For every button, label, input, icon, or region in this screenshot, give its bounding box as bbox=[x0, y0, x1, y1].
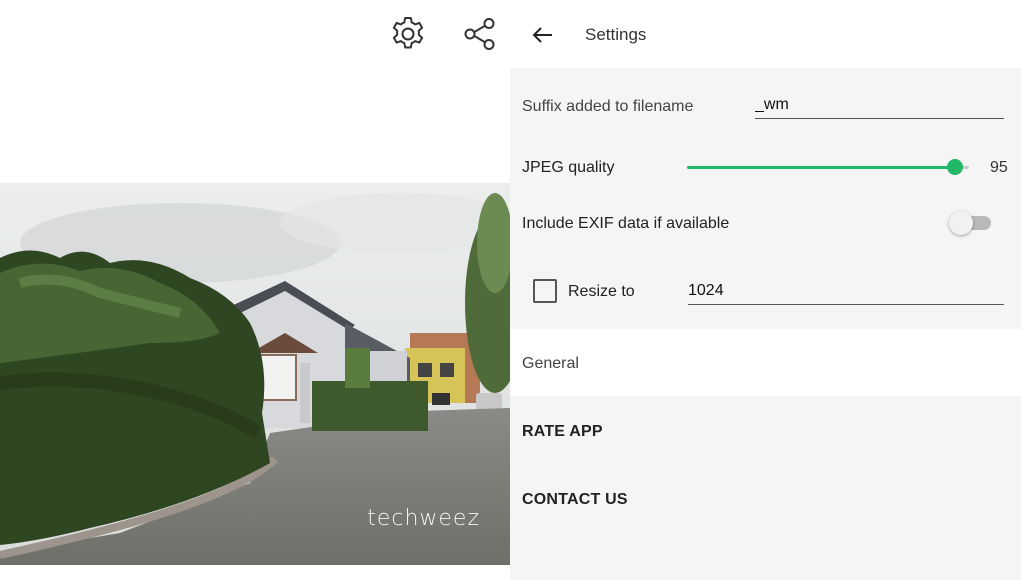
general-section: General bbox=[510, 329, 1021, 396]
rate-app-item[interactable]: RATE APP bbox=[522, 423, 603, 441]
preview-panel: techweez bbox=[0, 0, 510, 580]
share-icon bbox=[464, 18, 495, 50]
page-title: Settings bbox=[585, 25, 647, 44]
resize-checkbox[interactable] bbox=[533, 279, 557, 303]
back-button[interactable] bbox=[528, 20, 558, 50]
general-header: General bbox=[522, 355, 579, 372]
resize-label: Resize to bbox=[568, 283, 635, 300]
exif-toggle[interactable] bbox=[949, 210, 993, 236]
jpeg-quality-slider-thumb[interactable] bbox=[946, 159, 963, 175]
share-button[interactable] bbox=[460, 14, 500, 54]
arrow-left-icon bbox=[532, 27, 552, 43]
exif-toggle-thumb bbox=[949, 211, 973, 235]
resize-input[interactable] bbox=[688, 282, 1004, 305]
jpeg-quality-slider[interactable] bbox=[687, 159, 969, 175]
suffix-label: Suffix added to filename bbox=[522, 98, 694, 115]
exif-label: Include EXIF data if available bbox=[522, 215, 730, 232]
jpeg-quality-label: JPEG quality bbox=[522, 159, 615, 176]
contact-us-item[interactable]: CONTACT US bbox=[522, 491, 628, 509]
gear-icon bbox=[392, 17, 424, 49]
jpeg-quality-value: 95 bbox=[990, 159, 1008, 176]
settings-app-bar: Settings bbox=[510, 0, 1021, 68]
preview-image: techweez bbox=[0, 183, 510, 565]
preview-toolbar bbox=[388, 14, 500, 54]
jpeg-quality-slider-fill bbox=[687, 166, 955, 169]
watermark-text: techweez bbox=[367, 506, 480, 531]
suffix-input[interactable] bbox=[755, 96, 1004, 119]
settings-panel: Settings Suffix added to filename JPEG q… bbox=[510, 0, 1021, 580]
settings-button[interactable] bbox=[388, 14, 428, 54]
